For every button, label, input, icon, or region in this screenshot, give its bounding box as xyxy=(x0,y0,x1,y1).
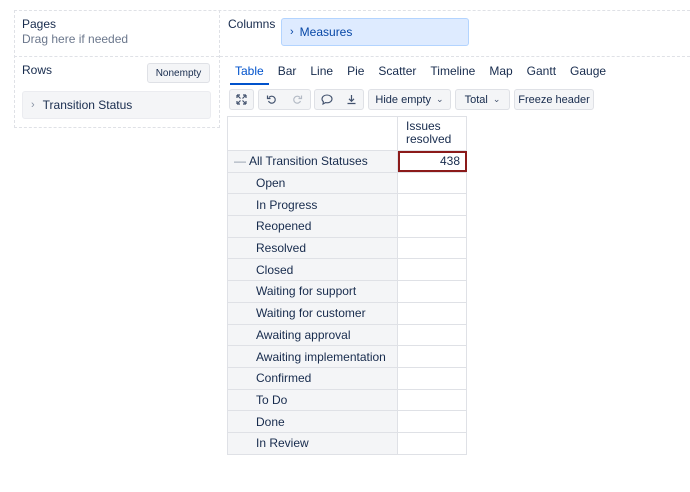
redo-button[interactable] xyxy=(285,94,311,105)
chevron-down-icon: ⌄ xyxy=(436,94,444,104)
measure-header[interactable]: Issues resolved xyxy=(397,116,467,151)
table-row: In Review xyxy=(227,431,467,455)
total-label: Total xyxy=(464,93,488,106)
hide-empty-label: Hide empty xyxy=(375,93,432,106)
row-header[interactable]: Reopened xyxy=(227,215,398,238)
tab-timeline[interactable]: Timeline xyxy=(423,62,482,84)
table-row: Confirmed xyxy=(227,366,467,390)
table-row: — All Transition Statuses 438 xyxy=(227,150,467,173)
row-header[interactable]: Waiting for customer xyxy=(227,301,398,325)
table-row: To Do xyxy=(227,388,467,412)
transition-status-chip-label: Transition Status xyxy=(42,98,133,112)
value-cell-selected[interactable]: 438 xyxy=(397,150,467,173)
chevron-right-icon: › xyxy=(290,26,294,38)
measures-chip[interactable]: › Measures xyxy=(281,18,469,46)
tab-table[interactable]: Table xyxy=(228,62,271,85)
table-row: Closed xyxy=(227,258,467,282)
measures-chip-label: Measures xyxy=(299,25,353,39)
freeze-header-button[interactable]: Freeze header xyxy=(514,89,594,110)
rows-label: Rows xyxy=(22,63,53,77)
hide-empty-dropdown[interactable]: Hide empty ⌄ xyxy=(368,89,451,110)
row-header[interactable]: Closed xyxy=(227,258,398,282)
table-row: Awaiting implementation xyxy=(227,345,467,368)
layout-guide xyxy=(14,127,220,128)
layout-guide xyxy=(220,56,690,57)
table-row: Awaiting approval xyxy=(227,323,467,347)
row-header-all[interactable]: — All Transition Statuses xyxy=(227,150,398,173)
value-cell[interactable] xyxy=(397,345,467,368)
tab-map[interactable]: Map xyxy=(482,62,519,84)
download-icon xyxy=(347,95,355,105)
table-row: Waiting for customer xyxy=(227,301,467,325)
pages-label: Pages xyxy=(22,17,57,31)
value-cell[interactable] xyxy=(397,323,467,347)
value-cell[interactable] xyxy=(397,366,467,390)
undo-redo-group xyxy=(258,89,311,110)
value-cell[interactable] xyxy=(397,280,467,303)
tab-gantt[interactable]: Gantt xyxy=(520,62,563,84)
row-header[interactable]: Open xyxy=(227,171,398,195)
comment-icon xyxy=(321,94,333,105)
row-header[interactable]: In Progress xyxy=(227,193,398,217)
table-row: Resolved xyxy=(227,236,467,260)
corner-cell xyxy=(227,116,398,151)
value-cell[interactable] xyxy=(397,215,467,238)
tab-gauge[interactable]: Gauge xyxy=(563,62,613,84)
pivot-table: Issues resolved — All Transition Statuses… xyxy=(227,116,467,455)
comment-download-group xyxy=(314,89,364,110)
undo-icon xyxy=(267,95,277,104)
table-row: Waiting for support xyxy=(227,280,467,303)
value-cell[interactable] xyxy=(397,410,467,433)
chevron-down-icon: ⌄ xyxy=(492,94,501,104)
chevron-right-icon: › xyxy=(31,99,35,111)
collapse-icon[interactable]: — xyxy=(234,154,246,168)
table-row: Reopened xyxy=(227,215,467,238)
row-header[interactable]: To Do xyxy=(227,388,398,412)
total-dropdown[interactable]: Total ⌄ xyxy=(455,89,510,110)
value-cell[interactable] xyxy=(397,388,467,412)
tab-scatter[interactable]: Scatter xyxy=(371,62,423,84)
row-header[interactable]: Done xyxy=(227,410,398,433)
row-header[interactable]: Waiting for support xyxy=(227,280,398,303)
value-cell[interactable] xyxy=(397,258,467,282)
redo-icon xyxy=(292,95,302,104)
expand-icon xyxy=(236,94,247,105)
row-header[interactable]: Confirmed xyxy=(227,366,398,390)
layout-guide xyxy=(14,56,219,57)
pages-dropzone[interactable]: Drag here if needed xyxy=(22,32,128,46)
value-cell[interactable] xyxy=(397,171,467,195)
undo-button[interactable] xyxy=(259,94,285,105)
value-cell[interactable] xyxy=(397,431,467,455)
nonempty-button[interactable]: Nonempty xyxy=(147,63,210,83)
table-row: Open xyxy=(227,171,467,195)
layout-guide xyxy=(14,10,690,11)
header-row: Issues resolved xyxy=(227,116,467,151)
table-row: In Progress xyxy=(227,193,467,217)
value-cell[interactable] xyxy=(397,236,467,260)
row-header[interactable]: In Review xyxy=(227,431,398,455)
layout-guide xyxy=(219,10,220,128)
row-label: All Transition Statuses xyxy=(249,154,368,169)
value-cell[interactable] xyxy=(397,193,467,217)
download-button[interactable] xyxy=(339,94,363,105)
view-tabs: Table Bar Line Pie Scatter Timeline Map … xyxy=(228,62,613,85)
tab-line[interactable]: Line xyxy=(303,62,340,84)
columns-label: Columns xyxy=(228,17,276,31)
comment-button[interactable] xyxy=(315,94,339,105)
value-cell[interactable] xyxy=(397,301,467,325)
table-row: Done xyxy=(227,410,467,433)
expand-button[interactable] xyxy=(229,89,254,110)
row-header[interactable]: Resolved xyxy=(227,236,398,260)
tab-pie[interactable]: Pie xyxy=(340,62,371,84)
row-header[interactable]: Awaiting approval xyxy=(227,323,398,347)
row-header[interactable]: Awaiting implementation xyxy=(227,345,398,368)
transition-status-chip[interactable]: › Transition Status xyxy=(22,91,211,119)
tab-bar[interactable]: Bar xyxy=(271,62,304,84)
layout-guide xyxy=(14,10,15,128)
